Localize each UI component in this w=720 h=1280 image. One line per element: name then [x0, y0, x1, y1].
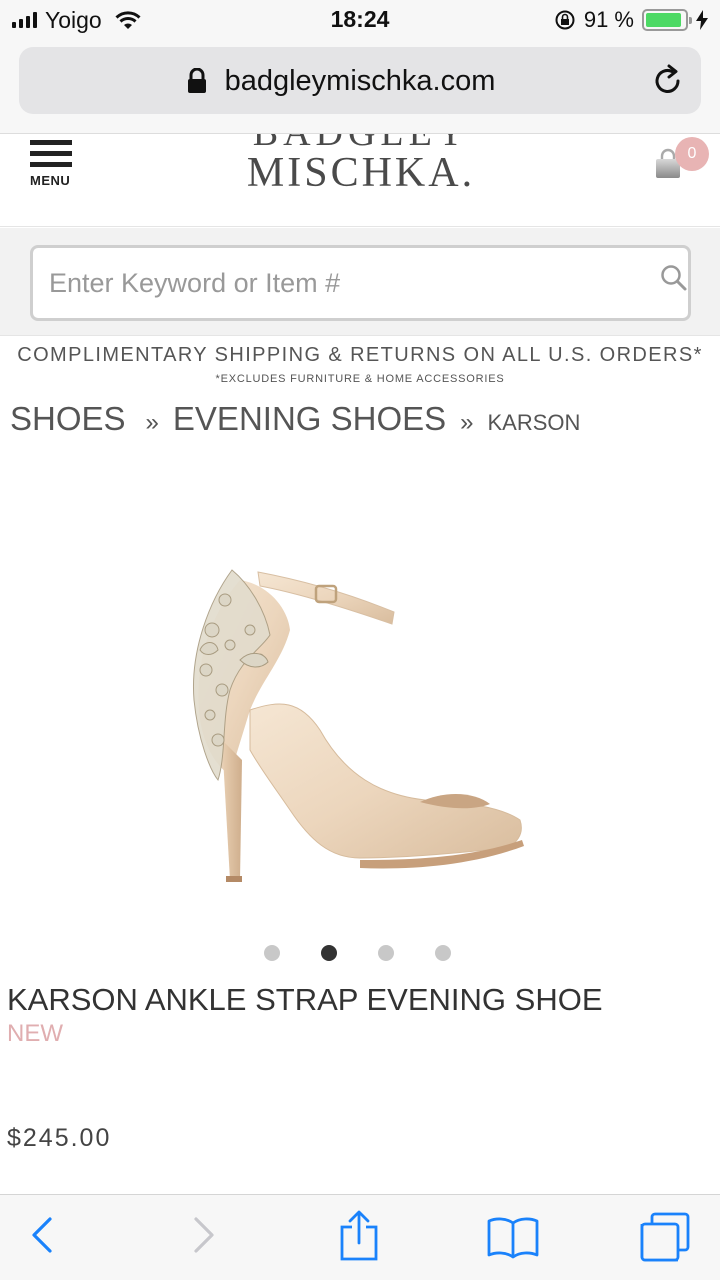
breadcrumb-karson: KARSON	[487, 410, 581, 435]
battery-fill	[646, 13, 681, 27]
search-input[interactable]	[30, 245, 691, 321]
new-badge: NEW	[7, 1020, 63, 1047]
bookmarks-icon[interactable]	[486, 1215, 540, 1259]
carousel-dot[interactable]	[435, 945, 451, 961]
carousel-dots	[264, 945, 451, 961]
menu-button[interactable]: MENU	[30, 140, 76, 200]
promo-main-text: COMPLIMENTARY SHIPPING & RETURNS ON ALL …	[17, 344, 703, 366]
battery-icon	[642, 9, 692, 31]
status-bar: Yoigo 18:24 91 %	[0, 0, 720, 40]
product-price: $245.00	[7, 1124, 112, 1152]
back-icon[interactable]	[28, 1213, 56, 1257]
battery-percent: 91 %	[583, 7, 634, 32]
breadcrumb: SHOES » EVENING SHOES » KARSON	[10, 400, 580, 438]
browser-address-area: badgleymischka.com	[0, 40, 720, 134]
tabs-icon[interactable]	[638, 1211, 692, 1263]
brand-logo[interactable]: BADGLEY MISCHKA.	[236, 134, 486, 194]
search-section	[0, 228, 720, 336]
share-icon[interactable]	[338, 1209, 380, 1263]
promo-sub-text: *EXCLUDES FURNITURE & HOME ACCESSORIES	[215, 373, 505, 385]
url-text: badgleymischka.com	[224, 65, 496, 97]
cart-count-badge[interactable]: 0	[675, 137, 709, 171]
promo-banner: COMPLIMENTARY SHIPPING & RETURNS ON ALL …	[0, 344, 720, 385]
breadcrumb-separator: »	[460, 409, 474, 436]
site-header: MENU BADGLEY MISCHKA. 0	[0, 134, 720, 227]
menu-label: MENU	[30, 173, 71, 188]
logo-bottom-text: MISCHKA.	[246, 150, 476, 196]
reload-icon[interactable]	[653, 64, 683, 96]
hamburger-icon	[30, 140, 72, 145]
product-title: KARSON ANKLE STRAP EVENING SHOE	[7, 982, 603, 1017]
breadcrumb-separator: »	[145, 409, 159, 436]
browser-toolbar	[0, 1194, 720, 1280]
carousel-dot[interactable]	[321, 945, 337, 961]
breadcrumb-evening-shoes[interactable]: EVENING SHOES	[173, 400, 446, 438]
orientation-lock-icon	[555, 10, 575, 30]
search-icon[interactable]	[660, 264, 688, 292]
product-image[interactable]	[170, 540, 550, 900]
carousel-dot[interactable]	[264, 945, 280, 961]
address-bar[interactable]: badgleymischka.com	[19, 47, 701, 114]
charging-bolt-icon	[696, 10, 708, 30]
carousel-dot[interactable]	[378, 945, 394, 961]
status-right: 91 %	[554, 6, 708, 34]
forward-icon[interactable]	[190, 1213, 218, 1257]
breadcrumb-shoes[interactable]: SHOES	[10, 400, 126, 438]
